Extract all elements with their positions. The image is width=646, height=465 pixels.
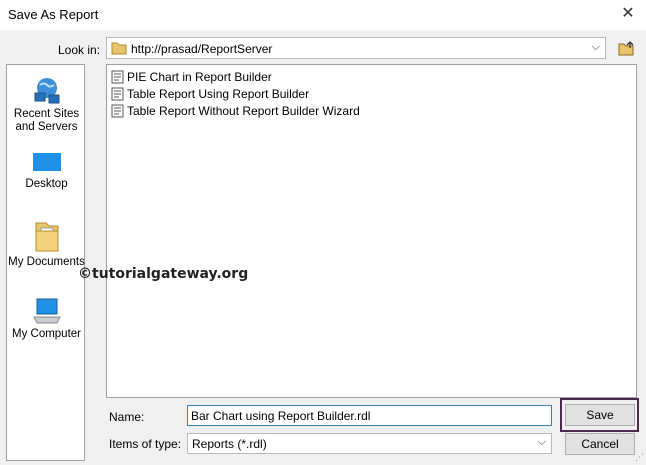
report-file-icon: [111, 87, 124, 101]
network-icon: [34, 78, 59, 104]
file-name-input[interactable]: [187, 405, 552, 426]
window-title: Save As Report: [8, 7, 99, 22]
file-name: PIE Chart in Report Builder: [127, 70, 272, 84]
report-file-icon: [111, 70, 124, 84]
places-bar: Recent Sites and Servers Desktop My Docu…: [6, 64, 85, 461]
file-name: Table Report Without Report Builder Wiza…: [127, 104, 360, 118]
file-name: Table Report Using Report Builder: [127, 87, 310, 101]
up-folder-icon[interactable]: [617, 39, 635, 57]
look-in-dropdown[interactable]: http://prasad/ReportServer ⌵: [106, 37, 606, 59]
file-list[interactable]: PIE Chart in Report Builder Table Report…: [106, 64, 637, 398]
place-label: My Documents: [8, 256, 85, 268]
resize-grip-icon[interactable]: ⋰: [635, 452, 644, 463]
desktop-icon: [32, 153, 61, 171]
list-item[interactable]: PIE Chart in Report Builder: [111, 69, 272, 85]
watermark: ©tutorialgateway.org: [78, 266, 249, 282]
place-desktop[interactable]: Desktop: [7, 151, 86, 191]
items-of-type-value: Reports (*.rdl): [192, 437, 267, 451]
look-in-label: Look in:: [58, 43, 101, 57]
cancel-button[interactable]: Cancel: [565, 433, 635, 455]
look-in-value: http://prasad/ReportServer: [131, 42, 273, 56]
items-of-type-dropdown[interactable]: Reports (*.rdl) ⌵: [187, 433, 552, 454]
place-label: Desktop: [25, 178, 68, 190]
close-icon[interactable]: ✕: [618, 4, 638, 24]
folder-icon: [111, 42, 127, 55]
place-label: My Computer: [11, 328, 82, 340]
chevron-down-icon[interactable]: ⌵: [538, 436, 546, 449]
list-item[interactable]: Table Report Using Report Builder: [111, 86, 309, 102]
items-of-type-label: Items of type:: [109, 437, 182, 451]
documents-folder-icon: [35, 222, 58, 252]
place-my-computer[interactable]: My Computer: [7, 297, 86, 341]
computer-icon: [32, 298, 61, 324]
chevron-down-icon[interactable]: ⌵: [592, 41, 600, 54]
name-label: Name:: [109, 410, 145, 424]
save-button[interactable]: Save: [565, 404, 635, 426]
place-label: Recent Sites and Servers: [13, 108, 80, 133]
report-file-icon: [111, 104, 124, 118]
place-recent-sites[interactable]: Recent Sites and Servers: [7, 75, 86, 134]
list-item[interactable]: Table Report Without Report Builder Wiza…: [111, 103, 360, 119]
title-bar: Save As Report ✕: [0, 0, 646, 30]
place-my-documents[interactable]: My Documents: [7, 219, 86, 269]
